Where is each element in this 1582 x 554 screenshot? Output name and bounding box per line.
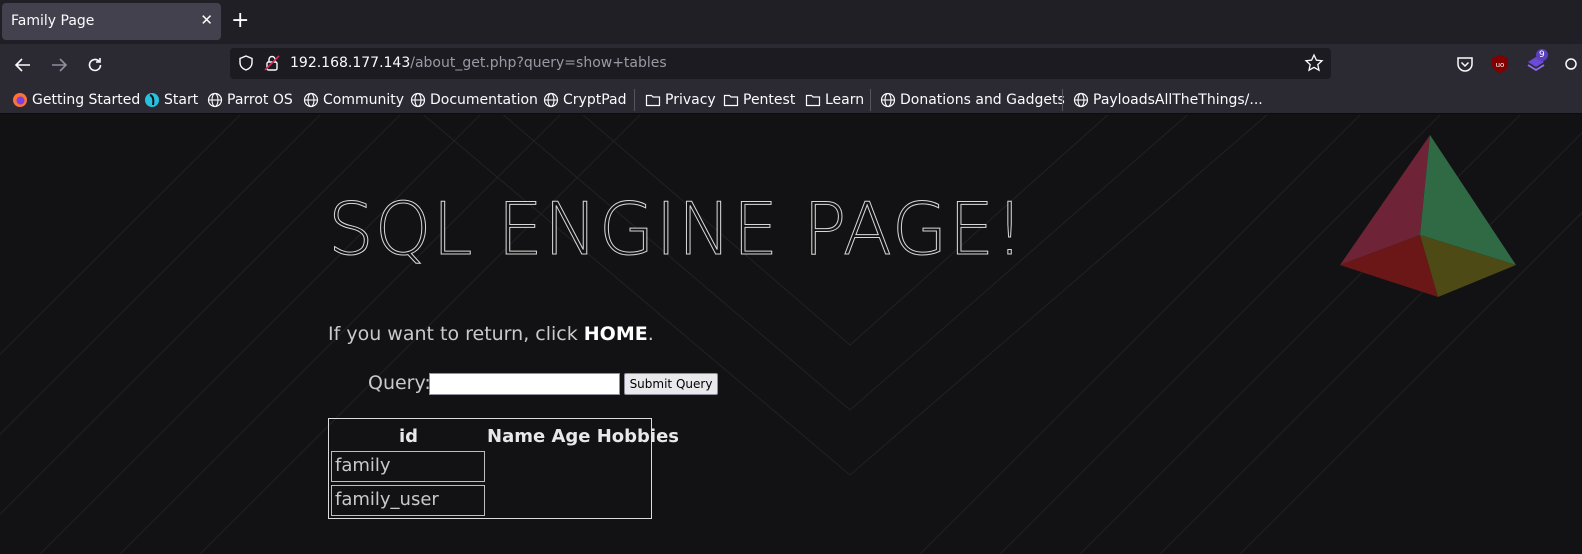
firefox-icon (13, 93, 27, 107)
bookmark-documentation[interactable]: Documentation (410, 90, 538, 110)
bookmark-label: PayloadsAllTheThings/... (1093, 92, 1263, 108)
new-tab-button[interactable]: + (231, 8, 249, 34)
folder-icon (723, 94, 739, 107)
table-cell: family_user (335, 489, 439, 510)
bookmark-getting-started[interactable]: Getting Started (12, 90, 140, 110)
extension-badge: 9 (1536, 49, 1548, 61)
bookmark-separator (870, 89, 871, 111)
bookmark-label: Documentation (430, 92, 538, 108)
page-content: SQL ENGINE PAGE! If you want to return, … (0, 115, 1582, 554)
result-table: id Name Age Hobbies family family_user (328, 418, 679, 519)
pocket-icon[interactable] (1454, 53, 1476, 75)
bookmark-label: Donations and Gadgets (900, 92, 1065, 108)
bookmark-separator (634, 89, 635, 111)
reload-icon (88, 58, 102, 72)
url-bar[interactable]: 192.168.177.143/about_get.php?query=show… (230, 48, 1331, 79)
pyramid-graphic (1340, 135, 1516, 297)
query-label: Query: (368, 372, 431, 394)
bookmark-start[interactable]: Start (144, 90, 198, 110)
tab-family-page[interactable]: Family Page ✕ (2, 3, 221, 40)
extension-button[interactable]: 9 (1525, 49, 1549, 75)
overflow-menu-icon[interactable] (1560, 53, 1582, 75)
page-title: SQL ENGINE PAGE! (328, 187, 1025, 272)
globe-icon (303, 92, 319, 108)
folder-icon (645, 94, 661, 107)
globe-icon (207, 92, 223, 108)
globe-icon (880, 92, 896, 108)
table-cell: family (335, 455, 391, 476)
globe-icon (543, 92, 559, 108)
bookmark-folder-pentest[interactable]: Pentest (723, 90, 795, 110)
table-row: family (331, 451, 485, 482)
reload-button[interactable] (82, 52, 108, 78)
insecure-lock-icon[interactable] (263, 54, 281, 72)
return-text: If you want to return, click HOME. (328, 323, 654, 345)
url-text[interactable]: 192.168.177.143/about_get.php?query=show… (290, 55, 667, 71)
url-host: 192.168.177.143 (290, 55, 411, 71)
table-header-name-age-hobbies: Name Age Hobbies (487, 426, 680, 447)
bookmark-donations-and-gadgets[interactable]: Donations and Gadgets (880, 90, 1065, 110)
return-suffix: . (647, 323, 654, 345)
bookmark-label: Learn (825, 92, 865, 108)
bookmark-label: Parrot OS (227, 92, 293, 108)
bookmark-label: CryptPad (563, 92, 627, 108)
arrow-left-icon (14, 58, 30, 72)
close-tab-icon[interactable]: ✕ (200, 11, 213, 29)
bookmark-cryptpad[interactable]: CryptPad (543, 90, 626, 110)
back-button[interactable] (10, 52, 36, 78)
bookmark-label: Privacy (665, 92, 716, 108)
bookmark-payloadsallthethings[interactable]: PayloadsAllTheThings/... (1073, 90, 1263, 110)
bookmark-parrot-os[interactable]: Parrot OS (207, 90, 293, 110)
submit-query-button[interactable]: Submit Query (624, 373, 718, 395)
bookmark-community[interactable]: Community (303, 90, 404, 110)
table-row: family_user (331, 485, 485, 516)
bookmark-label: Community (323, 92, 405, 108)
bookmark-label: Getting Started (32, 92, 141, 108)
forward-button[interactable] (46, 52, 72, 78)
shield-icon[interactable] (237, 54, 255, 72)
bookmark-star-icon[interactable] (1304, 53, 1324, 73)
table-header-id: id (399, 426, 419, 447)
parrot-icon (145, 93, 159, 107)
svg-text:uo: uo (1496, 61, 1505, 69)
globe-icon (410, 92, 426, 108)
globe-icon (1073, 92, 1089, 108)
bookmarks-toolbar: Getting Started Start Parrot OS Communit… (0, 85, 1582, 114)
url-path: /about_get.php?query=show+tables (410, 55, 667, 71)
return-prefix: If you want to return, click (328, 323, 584, 345)
tab-bar: Family Page ✕ + (0, 0, 1582, 44)
bookmark-separator (1062, 89, 1063, 111)
tab-title: Family Page (11, 13, 95, 29)
home-link[interactable]: HOME (584, 323, 648, 345)
arrow-right-icon (52, 58, 68, 72)
ublock-icon[interactable]: uo (1489, 53, 1511, 75)
bookmark-label: Pentest (743, 92, 796, 108)
query-input[interactable] (429, 373, 620, 395)
navigation-bar: 192.168.177.143/about_get.php?query=show… (0, 44, 1582, 85)
bookmark-folder-privacy[interactable]: Privacy (645, 90, 716, 110)
bookmark-folder-learn[interactable]: Learn (805, 90, 864, 110)
folder-icon (805, 94, 821, 107)
bookmark-label: Start (164, 92, 199, 108)
